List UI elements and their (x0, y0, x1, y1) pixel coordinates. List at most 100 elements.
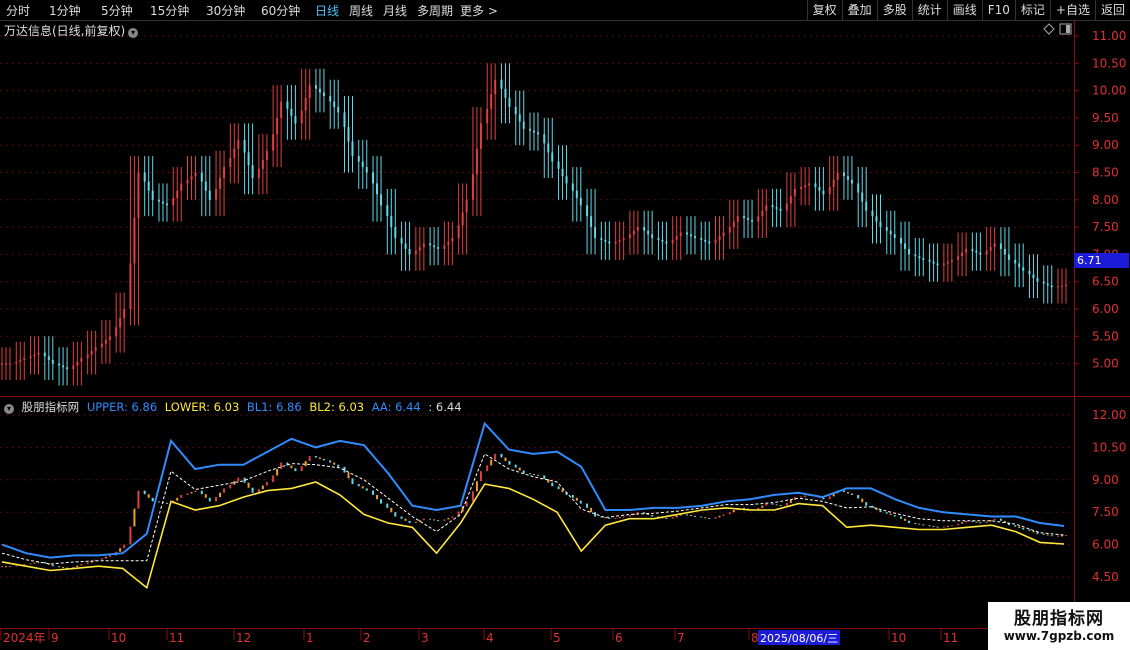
candle-body (143, 172, 146, 182)
indicator-candle (985, 521, 988, 523)
candle-body (508, 97, 511, 107)
cursor-date: 2025/08/06/三 (760, 632, 838, 645)
candle-body (743, 216, 746, 218)
indicator-candle (604, 517, 607, 519)
indicator-candle (800, 496, 803, 498)
indicator-candle (946, 525, 949, 527)
candle-body (537, 132, 539, 135)
candle-body (979, 252, 982, 255)
price-axis-divider (1074, 20, 1075, 628)
candle-body (479, 123, 482, 149)
candle-body (386, 205, 389, 217)
candle-body (571, 183, 574, 191)
candle-body (475, 148, 478, 175)
candle-body (622, 238, 625, 240)
indicator-candle (23, 564, 26, 566)
candle-body (215, 188, 218, 200)
candle-body (190, 176, 193, 180)
candle-body (1007, 254, 1010, 260)
indicator-tick-label: 12.00 (1092, 408, 1126, 422)
candle-body (518, 114, 521, 122)
candle-body (800, 187, 803, 189)
candle-body (461, 212, 464, 226)
candle-body (846, 176, 849, 180)
indicator-candles (1, 453, 1067, 569)
legend-aa: AA: 6.44 (371, 400, 421, 414)
indicator-candle (775, 504, 778, 506)
indicator-candle (504, 457, 507, 462)
indicator-candle (1032, 530, 1035, 533)
indicator-candle (914, 523, 917, 524)
chart-title: 万达信息(日线,前复权) ▾ (4, 22, 139, 39)
indicator-candle (765, 503, 768, 506)
candle-body (418, 247, 421, 251)
middle-band-line (1, 453, 1065, 565)
candle-body (1036, 278, 1039, 282)
indicator-candle (904, 518, 907, 521)
indicator-candle (451, 516, 454, 518)
candle-body (1018, 263, 1021, 268)
candle-body (1042, 281, 1045, 284)
indicator-candle (361, 486, 364, 489)
indicator-candle (979, 522, 982, 524)
candle-body (732, 221, 735, 228)
indicator-candle (586, 503, 589, 508)
candle-body (372, 172, 375, 184)
candle-body (1014, 259, 1017, 264)
candle-body (671, 239, 674, 244)
indicator-candle (689, 515, 692, 517)
indicator-candle (508, 461, 511, 465)
candle-body (793, 188, 796, 197)
candle-body (689, 234, 692, 237)
candle-body (490, 94, 493, 109)
candle-body (390, 216, 393, 228)
candle-body (918, 256, 921, 259)
candle-body (157, 199, 160, 202)
candle-body (51, 359, 54, 364)
candle-body (551, 152, 554, 162)
indicator-candle (771, 503, 774, 505)
indicator-candle (500, 453, 503, 458)
indicator-candle (551, 482, 554, 487)
chevron-down-icon[interactable]: ▾ (128, 28, 139, 38)
candle-body (614, 241, 617, 244)
candle-body (818, 187, 821, 191)
indicator-candle (693, 515, 696, 517)
indicator-candle (408, 520, 411, 523)
indicator-candle (885, 512, 888, 514)
indicator-candle (108, 555, 111, 557)
candle-body (290, 108, 293, 117)
indicator-candle (671, 517, 674, 519)
candle-body (985, 250, 988, 255)
indicator-candle (543, 475, 546, 480)
candle-body (394, 227, 397, 239)
candle-body (200, 172, 203, 182)
candle-body (58, 363, 61, 366)
watermark: 股朋指标网 www.7gpzb.com (988, 602, 1130, 650)
candle-body (904, 243, 907, 249)
candle-body (43, 352, 46, 357)
indicator-candle (651, 515, 654, 517)
indicator-candle (337, 464, 340, 467)
candle-body (579, 197, 582, 206)
candle-body (322, 92, 325, 97)
candle-body (594, 227, 597, 239)
candle-body (679, 232, 682, 237)
indicator-candle (123, 544, 126, 549)
candle-body (828, 187, 831, 195)
candle-body (557, 161, 560, 169)
chart-canvas[interactable]: 11.0010.5010.009.509.008.508.007.507.006… (0, 0, 1130, 650)
indicator-candle (590, 507, 593, 513)
candle-body (151, 190, 154, 200)
candle-body (37, 352, 40, 355)
date-label: 4 (486, 631, 494, 645)
candle-body (337, 106, 340, 113)
indicator-candle (333, 462, 336, 465)
candle-body (80, 358, 83, 362)
candle-body (90, 350, 93, 355)
chevron-down-icon[interactable]: ▾ (4, 404, 14, 414)
indicator-name: 股朋指标网 (21, 400, 80, 414)
candle-body (376, 183, 379, 195)
candle-body (5, 363, 7, 365)
date-axis-divider (0, 628, 1130, 629)
